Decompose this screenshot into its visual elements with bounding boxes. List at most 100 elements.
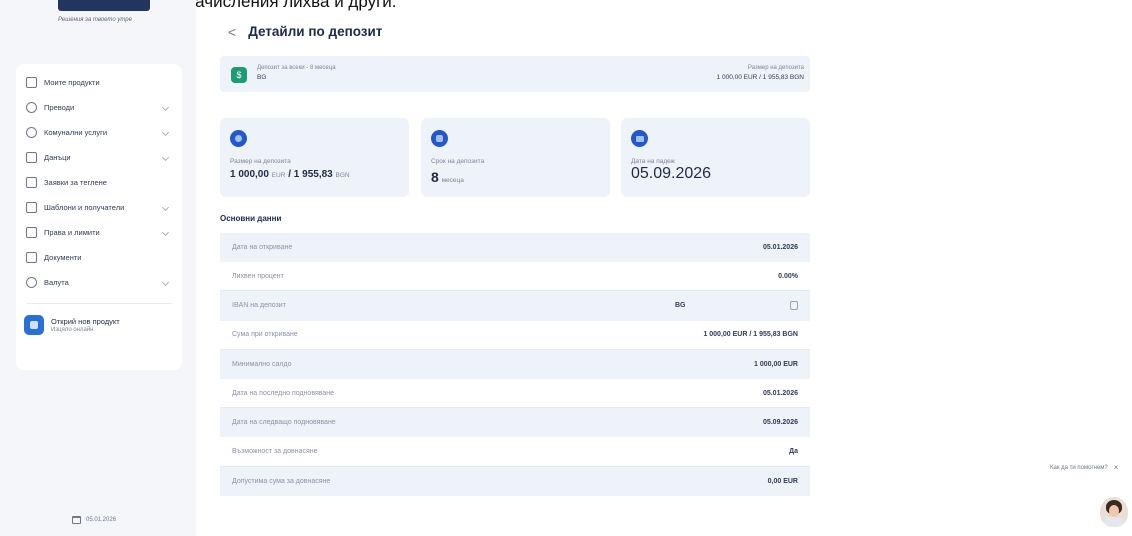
table-row: Допустима сума за довнасяне 0,00 EUR (220, 466, 810, 496)
currency-icon (26, 277, 37, 288)
open-new-product-button[interactable]: Открий нов продукт Изцяло онлайн (16, 310, 182, 340)
row-label: Допустима сума за довнасяне (232, 477, 331, 485)
row-label: Лихвен процент (232, 272, 284, 280)
current-date: 05.01.2026 (72, 516, 116, 524)
new-product-icon (24, 315, 44, 335)
row-value: 05.01.2026 (762, 389, 798, 397)
card-value: 8 месеца (431, 169, 464, 185)
sidebar-item-label: Комунални услуги (44, 128, 108, 137)
row-value: 1 000,00 EUR / 1 955,83 BGN (703, 331, 798, 339)
copy-icon[interactable] (790, 301, 798, 311)
sidebar-item-taxes[interactable]: Данъци (16, 145, 182, 170)
calendar-icon (72, 516, 81, 524)
row-label: Дата на последно подновяване (232, 389, 335, 397)
transfer-icon (26, 102, 37, 113)
bank-logo[interactable] (58, 0, 150, 11)
row-label: Сума при откриване (232, 331, 298, 339)
menu-divider (26, 303, 172, 304)
sidebar-item-documents[interactable]: Документи (16, 245, 182, 270)
sidebar-item-transfers[interactable]: Преводи (16, 95, 182, 120)
close-icon[interactable]: × (1114, 463, 1119, 472)
page-header: < Детайли по депозит (228, 24, 382, 39)
row-value: 0.00% (778, 272, 798, 280)
deposit-amount-value: 1 000,00 EUR / 1 955,83 BGN (716, 74, 804, 81)
globe-icon (230, 130, 247, 147)
chevron-down-icon (161, 153, 170, 162)
sidebar-item-label: Документи (44, 253, 82, 262)
term-icon (431, 130, 448, 147)
row-value: 05.01.2026 (762, 244, 798, 252)
calendar-icon (631, 130, 648, 147)
current-date-text: 05.01.2026 (86, 517, 117, 523)
chevron-down-icon (161, 278, 170, 287)
rights-icon (26, 227, 37, 238)
row-label: Дата на следващо подновяване (232, 419, 336, 427)
sidebar-item-withdrawal-requests[interactable]: Заявки за теглене (16, 170, 182, 195)
template-icon (26, 202, 37, 213)
card-value: 1 000,00 EUR / 1 955,83 BGN (230, 169, 350, 180)
chat-helper-text: Как да ти помогнем? (1050, 464, 1108, 471)
bulb-icon (26, 127, 37, 138)
table-row: Възможност за довнасяне Да (220, 437, 810, 467)
deposit-icon: $ (231, 67, 247, 83)
row-label: Възможност за довнасяне (232, 447, 318, 455)
chevron-down-icon (161, 128, 170, 137)
page-title: Детайли по депозит (248, 24, 383, 39)
calculator-icon (26, 152, 37, 163)
sidebar-item-templates[interactable]: Шаблони и получатели (16, 195, 182, 220)
chat-assistant-avatar[interactable] (1100, 497, 1128, 527)
chevron-down-icon (161, 228, 170, 237)
sidebar-item-label: Данъци (44, 153, 71, 162)
details-table: Дата на откриване 05.01.2026 Лихвен проц… (220, 233, 810, 496)
sidebar-item-label: Моите продукти (44, 78, 100, 87)
row-value: BG (675, 302, 686, 310)
card-maturity-date: Дата на падеж 05.09.2026 (621, 118, 810, 197)
card-label: Срок на депозита (431, 158, 485, 165)
card-deposit-amount: Размер на депозита 1 000,00 EUR / 1 955,… (220, 118, 409, 197)
sidebar-menu: Моите продукти Преводи Комунални услуги … (16, 64, 182, 370)
chat-helper-prompt[interactable]: Как да ти помогнем? × (1050, 463, 1118, 472)
chevron-down-icon (161, 103, 170, 112)
card-label: Дата на падеж (631, 158, 676, 165)
table-row: Лихвен процент 0.00% (220, 262, 810, 292)
sidebar-item-label: Шаблони и получатели (44, 203, 125, 212)
card-value: 05.09.2026 (631, 165, 712, 182)
deposit-name: Депозит за всеки - 8 месеца (257, 65, 336, 71)
table-row: IBAN на депозит BG (220, 291, 810, 321)
deposit-iban-short: BG (257, 74, 267, 81)
card-label: Размер на депозита (230, 158, 291, 165)
row-label: Минимално салдо (232, 360, 292, 368)
bank-tagline: Решения за твоето утре (58, 17, 132, 23)
table-row: Дата на последно подновяване 05.01.2026 (220, 378, 810, 409)
sidebar-item-my-products[interactable]: Моите продукти (16, 70, 182, 95)
bank-icon (26, 177, 37, 188)
deposit-amount-label: Размер на депозита (747, 65, 804, 71)
new-product-title: Открий нов продукт (51, 317, 120, 326)
row-value: 0,00 EUR (767, 477, 798, 485)
row-label: Дата на откриване (232, 244, 293, 252)
new-product-subtitle: Изцяло онлайн (51, 327, 94, 333)
row-value: 1 000,00 EUR (754, 360, 798, 368)
sidebar-item-currency[interactable]: Валута (16, 270, 182, 295)
sidebar-item-rights-limits[interactable]: Права и лимити (16, 220, 182, 245)
sidebar-item-label: Преводи (44, 103, 75, 112)
row-label: IBAN на депозит (232, 302, 286, 310)
wallet-icon (26, 77, 37, 88)
main-content: < Детайли по депозит $ Депозит за всеки … (220, 0, 810, 536)
sidebar-item-label: Заявки за теглене (44, 178, 107, 187)
sidebar: Решения за твоето утре Моите продукти Пр… (0, 0, 196, 536)
back-button[interactable]: < (228, 25, 236, 39)
section-title: Основни данни (220, 214, 282, 223)
table-row: Дата на следващо подновяване 05.09.2026 (220, 408, 810, 438)
sidebar-item-utilities[interactable]: Комунални услуги (16, 120, 182, 145)
deposit-summary: $ Депозит за всеки - 8 месеца BG Размер … (220, 56, 810, 92)
table-row: Сума при откриване 1 000,00 EUR / 1 955,… (220, 320, 810, 350)
table-row: Минимално салдо 1 000,00 EUR (220, 349, 810, 379)
card-deposit-term: Срок на депозита 8 месеца (421, 118, 610, 197)
row-value: Да (789, 447, 798, 455)
document-icon (26, 252, 37, 263)
row-value: 05.09.2026 (762, 419, 798, 427)
sidebar-item-label: Права и лимити (44, 228, 100, 237)
table-row: Дата на откриване 05.01.2026 (220, 233, 810, 263)
chevron-down-icon (161, 203, 170, 212)
